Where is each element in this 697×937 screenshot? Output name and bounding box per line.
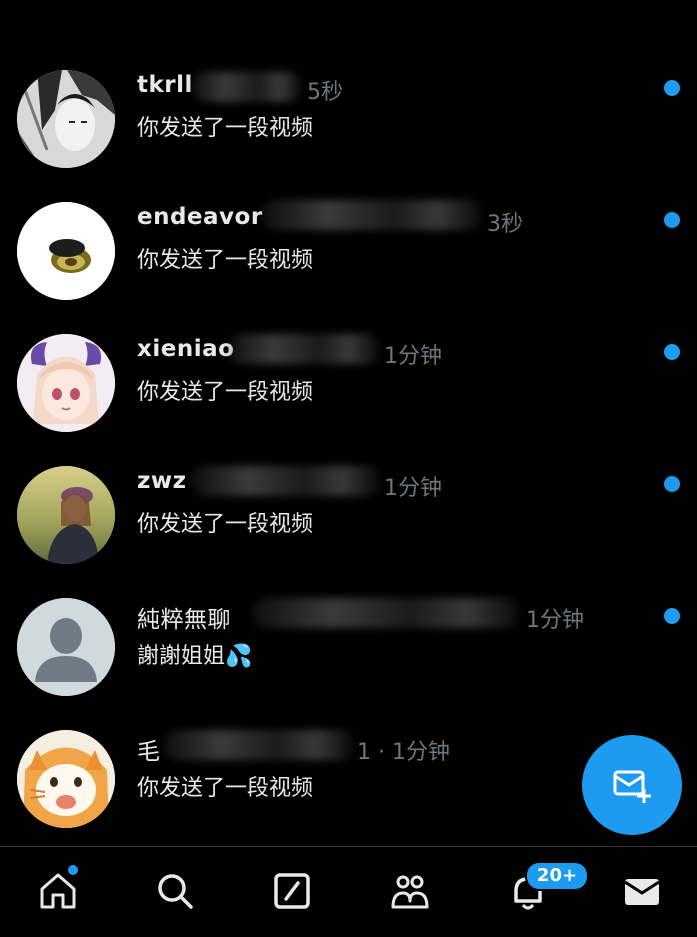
redacted-handle — [252, 598, 520, 628]
home-icon — [40, 873, 76, 909]
photo-person-avatar[interactable] — [17, 466, 115, 564]
unread-dot — [664, 608, 680, 624]
conversation-row[interactable]: xieniao 1分钟 你发送了一段视频 — [0, 316, 697, 448]
anime-girl-avatar[interactable] — [17, 334, 115, 432]
unread-dot — [664, 344, 680, 360]
nav-grok[interactable] — [270, 869, 314, 913]
conversation-name: 純粹無聊 — [137, 607, 231, 633]
redacted-handle — [262, 200, 482, 230]
notifications-badge: 20+ — [525, 861, 589, 891]
cartoon-cat-avatar[interactable] — [17, 730, 115, 828]
conversation-preview: 你发送了一段视频 — [137, 116, 314, 141]
conversation-preview: 你发送了一段视频 — [137, 512, 314, 537]
nav-home[interactable] — [36, 869, 80, 913]
new-message-button[interactable] — [582, 735, 682, 835]
default-person-avatar[interactable] — [17, 598, 115, 696]
search-icon — [158, 874, 193, 909]
conversation-name: xieniao — [137, 336, 235, 362]
redacted-handle — [228, 334, 380, 364]
manga-character-avatar[interactable] — [17, 70, 115, 168]
conversation-time: 1 · 1分钟 — [357, 740, 450, 765]
home-notification-dot — [68, 865, 78, 875]
conversation-preview: 你发送了一段视频 — [137, 380, 314, 405]
bottom-nav: 20+ — [0, 846, 697, 937]
conversation-name: tkrll — [137, 72, 193, 98]
conversation-time: 1分钟 — [526, 608, 584, 633]
conversation-preview: 謝謝姐姐💦 — [137, 644, 253, 669]
conversation-name: zwz — [137, 468, 187, 494]
conversation-time: 5秒 — [307, 80, 343, 105]
conversation-row[interactable]: tkrll 5秒 你发送了一段视频 — [0, 52, 697, 184]
unread-dot — [664, 212, 680, 228]
conversation-time: 1分钟 — [384, 476, 442, 501]
messages-icon — [624, 879, 660, 905]
conversation-preview: 你发送了一段视频 — [137, 248, 314, 273]
conversation-row[interactable]: 純粹無聊 1分钟 謝謝姐姐💦 — [0, 580, 697, 712]
conversation-preview: 你发送了一段视频 — [137, 776, 314, 801]
conversation-time: 3秒 — [487, 212, 523, 237]
nav-communities[interactable] — [388, 869, 432, 913]
new-message-icon — [613, 770, 651, 803]
conversation-name: 毛 — [137, 739, 161, 765]
avocado-avatar[interactable] — [17, 202, 115, 300]
nav-search[interactable] — [153, 869, 197, 913]
redacted-handle — [192, 466, 380, 496]
unread-dot — [664, 80, 680, 96]
conversation-row[interactable]: zwz 1分钟 你发送了一段视频 — [0, 448, 697, 580]
conversation-row[interactable]: endeavor 3秒 你发送了一段视频 — [0, 184, 697, 316]
nav-messages[interactable] — [620, 869, 664, 913]
communities-icon — [391, 875, 429, 909]
redacted-handle — [164, 730, 354, 760]
conversation-name: endeavor — [137, 204, 263, 230]
conversation-time: 1分钟 — [384, 344, 442, 369]
redacted-handle — [192, 72, 302, 102]
unread-dot — [664, 476, 680, 492]
grok-icon — [274, 873, 310, 909]
